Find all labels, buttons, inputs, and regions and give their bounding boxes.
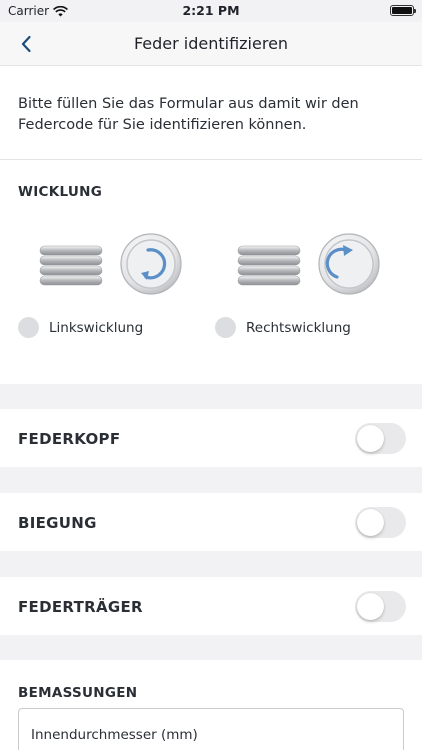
screen: Carrier 2:21 PM Feder identifizieren Bit… <box>0 0 422 750</box>
status-time: 2:21 PM <box>182 3 240 18</box>
federkopf-label: FEDERKOPF <box>18 430 121 448</box>
page-title: Feder identifizieren <box>133 34 289 53</box>
federkopf-toggle[interactable] <box>355 423 406 454</box>
biegung-row: BIEGUNG <box>0 493 422 551</box>
wicklung-section: WICKLUNG Linkswicklung Rechtswicklung <box>0 160 422 384</box>
radio-label-linkswicklung: Linkswicklung <box>49 319 144 336</box>
status-bar: Carrier 2:21 PM <box>0 0 422 22</box>
battery-icon <box>390 5 416 16</box>
radio-linkswicklung[interactable]: Linkswicklung <box>18 317 143 338</box>
bemassungen-title: BEMASSUNGEN <box>18 685 138 701</box>
left-winding-spring-icon <box>39 233 182 295</box>
biegung-label: BIEGUNG <box>18 514 97 532</box>
right-winding-spring-icon <box>237 233 380 295</box>
radio-rechtswicklung[interactable]: Rechtswicklung <box>215 317 351 338</box>
innendurchmesser-field[interactable]: Innendurchmesser (mm) <box>18 708 404 750</box>
federkopf-row: FEDERKOPF <box>0 409 422 467</box>
bemassungen-section: BEMASSUNGEN Innendurchmesser (mm) <box>0 660 422 750</box>
radio-circle[interactable] <box>215 317 236 338</box>
radio-circle[interactable] <box>18 317 39 338</box>
innendurchmesser-label: Innendurchmesser (mm) <box>31 727 198 743</box>
wicklung-title: WICKLUNG <box>18 184 103 200</box>
biegung-toggle[interactable] <box>355 507 406 538</box>
federtraeger-toggle[interactable] <box>355 591 406 622</box>
intro-text: Bitte füllen Sie das Formular aus damit … <box>18 96 359 133</box>
intro-section: Bitte füllen Sie das Formular aus damit … <box>0 66 422 160</box>
radio-label-rechtswicklung: Rechtswicklung <box>246 319 351 336</box>
federtraeger-row: FEDERTRÄGER <box>0 577 422 635</box>
federtraeger-label: FEDERTRÄGER <box>18 598 143 616</box>
navigation-bar: Feder identifizieren <box>0 22 422 66</box>
